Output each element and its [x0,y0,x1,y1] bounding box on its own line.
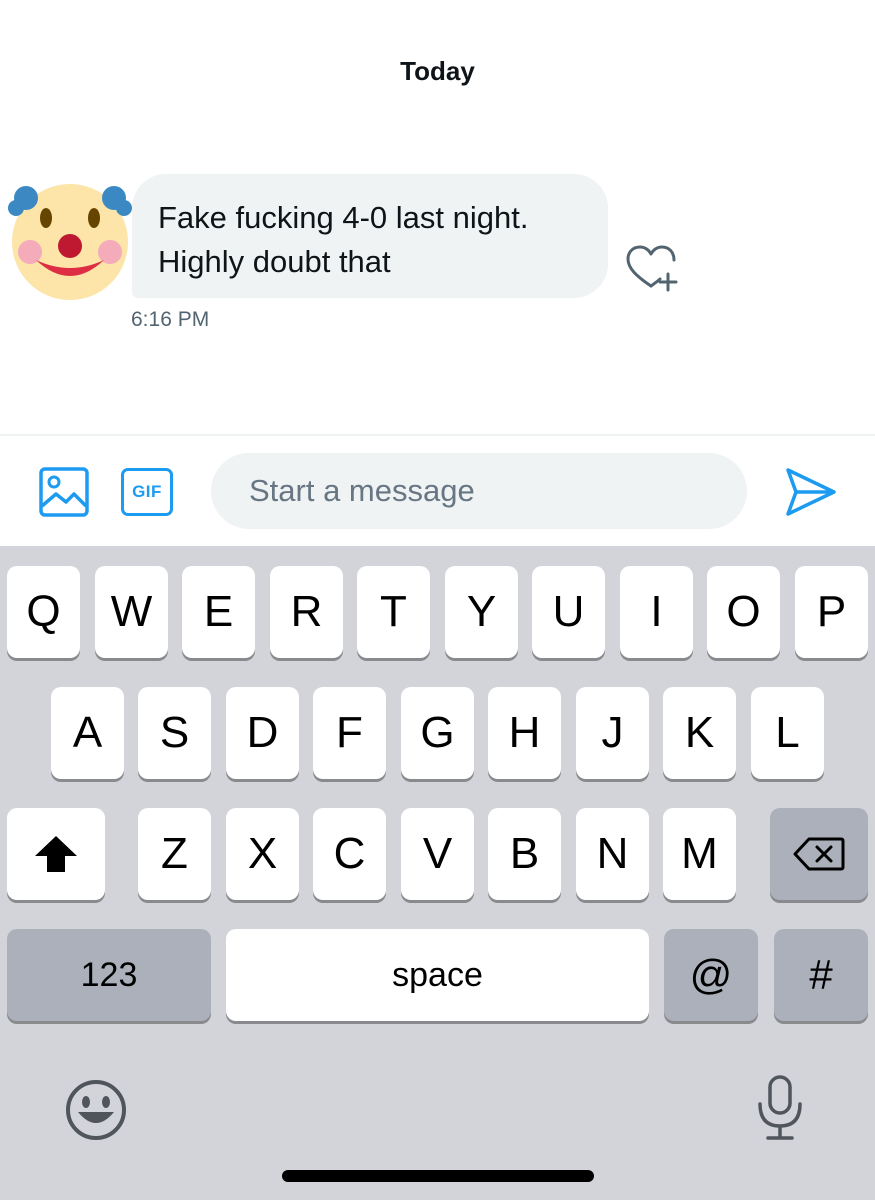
key-f[interactable]: F [313,687,386,779]
shift-icon [35,836,77,872]
space-key[interactable]: space [226,929,649,1021]
key-e[interactable]: E [182,566,255,658]
key-v[interactable]: V [401,808,474,900]
key-p[interactable]: P [795,566,868,658]
key-u[interactable]: U [532,566,605,658]
key-s[interactable]: S [138,687,211,779]
message-timestamp: 6:16 PM [131,308,210,331]
message-input[interactable] [211,453,747,529]
key-g[interactable]: G [401,687,474,779]
key-h[interactable]: H [488,687,561,779]
key-w[interactable]: W [95,566,168,658]
key-y[interactable]: Y [445,566,518,658]
message-line: Fake fucking 4-0 last night. [158,200,529,235]
hash-key[interactable]: # [774,929,868,1021]
key-i[interactable]: I [620,566,693,658]
send-icon[interactable] [784,466,838,518]
key-a[interactable]: A [51,687,124,779]
heart-plus-icon[interactable] [624,244,680,294]
delete-key[interactable] [770,808,868,900]
key-n[interactable]: N [576,808,649,900]
date-header: Today [400,56,475,86]
home-indicator[interactable] [282,1170,594,1182]
gif-button[interactable]: GIF [121,468,173,516]
key-c[interactable]: C [313,808,386,900]
key-x[interactable]: X [226,808,299,900]
key-t[interactable]: T [357,566,430,658]
key-l[interactable]: L [751,687,824,779]
shift-key[interactable] [7,808,105,900]
emoji-icon[interactable] [64,1078,128,1142]
at-key[interactable]: @ [664,929,758,1021]
key-k[interactable]: K [663,687,736,779]
key-o[interactable]: O [707,566,780,658]
image-icon[interactable] [38,466,90,518]
key-m[interactable]: M [663,808,736,900]
keyboard: Q W E R T Y U I O P A S D F G H J K L Z … [0,546,875,1200]
composer-divider [0,434,875,436]
sender-avatar[interactable] [8,180,132,304]
key-q[interactable]: Q [7,566,80,658]
key-j[interactable]: J [576,687,649,779]
key-z[interactable]: Z [138,808,211,900]
numbers-key[interactable]: 123 [7,929,211,1021]
key-r[interactable]: R [270,566,343,658]
key-d[interactable]: D [226,687,299,779]
key-b[interactable]: B [488,808,561,900]
backspace-icon [793,837,845,871]
message-bubble[interactable]: Fake fucking 4-0 last night. Highly doub… [132,174,608,298]
message-line: Highly doubt that [158,244,391,279]
microphone-icon[interactable] [754,1074,806,1142]
